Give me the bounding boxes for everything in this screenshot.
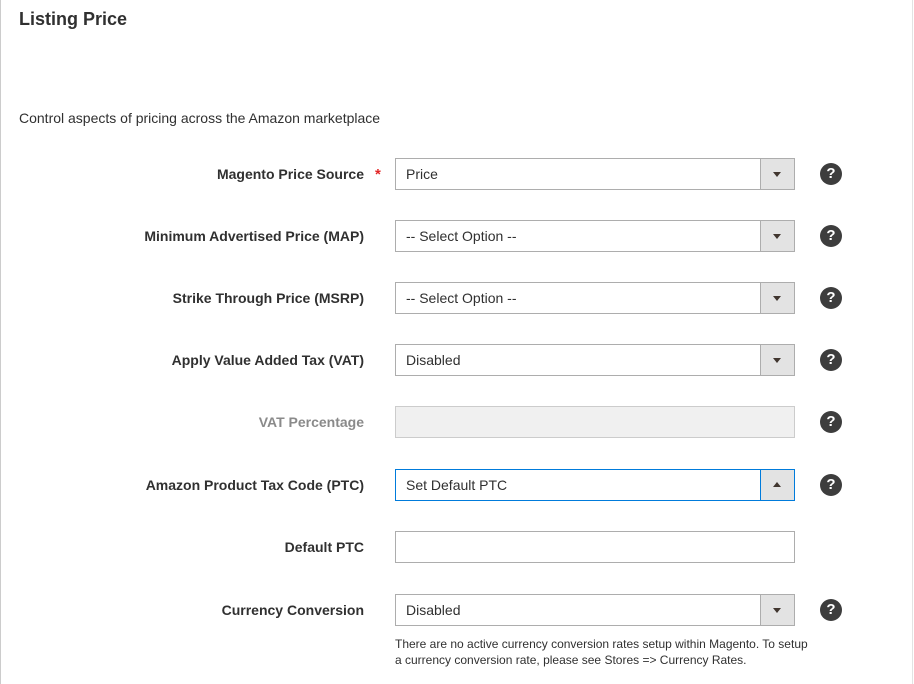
- dropdown-toggle[interactable]: [760, 345, 794, 375]
- row-msrp: Strike Through Price (MSRP) -- Select Op…: [1, 282, 914, 314]
- vat-value: Disabled: [406, 352, 461, 368]
- currency-conversion-select[interactable]: Disabled: [395, 594, 795, 626]
- chevron-down-icon: [773, 608, 781, 613]
- row-vat-percentage: VAT Percentage ?: [1, 406, 914, 438]
- help-icon[interactable]: ?: [820, 225, 842, 247]
- chevron-down-icon: [773, 172, 781, 177]
- price-source-label: Magento Price Source: [216, 166, 364, 182]
- row-map: Minimum Advertised Price (MAP) -- Select…: [1, 220, 914, 252]
- ptc-select[interactable]: Set Default PTC: [395, 469, 795, 501]
- ptc-label: Amazon Product Tax Code (PTC): [145, 477, 364, 493]
- dropdown-toggle[interactable]: [760, 283, 794, 313]
- help-icon[interactable]: ?: [820, 287, 842, 309]
- map-value: -- Select Option --: [406, 228, 517, 244]
- row-currency-conversion: Currency Conversion Disabled ?: [1, 594, 914, 626]
- vat-percentage-input: [395, 406, 795, 438]
- dropdown-toggle[interactable]: [760, 221, 794, 251]
- chevron-down-icon: [773, 358, 781, 363]
- row-vat: Apply Value Added Tax (VAT) Disabled ?: [1, 344, 914, 376]
- help-icon[interactable]: ?: [820, 163, 842, 185]
- price-source-select[interactable]: Price: [395, 158, 795, 190]
- vat-select[interactable]: Disabled: [395, 344, 795, 376]
- row-price-source: Magento Price Source * Price ?: [1, 158, 914, 190]
- msrp-value: -- Select Option --: [406, 290, 517, 306]
- msrp-select[interactable]: -- Select Option --: [395, 282, 795, 314]
- chevron-up-icon: [773, 482, 781, 487]
- msrp-label: Strike Through Price (MSRP): [172, 290, 364, 306]
- chevron-down-icon: [773, 234, 781, 239]
- default-ptc-label: Default PTC: [284, 539, 364, 555]
- vat-percentage-label: VAT Percentage: [258, 414, 364, 430]
- row-default-ptc: Default PTC: [1, 531, 914, 563]
- map-label: Minimum Advertised Price (MAP): [144, 228, 364, 244]
- row-ptc: Amazon Product Tax Code (PTC) Set Defaul…: [1, 469, 914, 501]
- ptc-value: Set Default PTC: [406, 477, 508, 493]
- help-icon[interactable]: ?: [820, 411, 842, 433]
- chevron-down-icon: [773, 296, 781, 301]
- map-select[interactable]: -- Select Option --: [395, 220, 795, 252]
- currency-conversion-note: There are no active currency conversion …: [395, 637, 808, 667]
- dropdown-toggle[interactable]: [760, 159, 794, 189]
- currency-conversion-label: Currency Conversion: [221, 602, 364, 618]
- section-title: Listing Price: [19, 9, 128, 29]
- default-ptc-input[interactable]: [395, 531, 795, 563]
- currency-conversion-value: Disabled: [406, 602, 461, 618]
- section-description: Control aspects of pricing across the Am…: [19, 110, 381, 126]
- listing-price-panel: Listing Price Control aspects of pricing…: [0, 0, 913, 684]
- dropdown-toggle[interactable]: [760, 470, 794, 500]
- vat-label: Apply Value Added Tax (VAT): [171, 352, 364, 368]
- help-icon[interactable]: ?: [820, 599, 842, 621]
- help-icon[interactable]: ?: [820, 349, 842, 371]
- help-icon[interactable]: ?: [820, 474, 842, 496]
- dropdown-toggle[interactable]: [760, 595, 794, 625]
- price-source-value: Price: [406, 166, 438, 182]
- required-indicator: *: [375, 166, 381, 183]
